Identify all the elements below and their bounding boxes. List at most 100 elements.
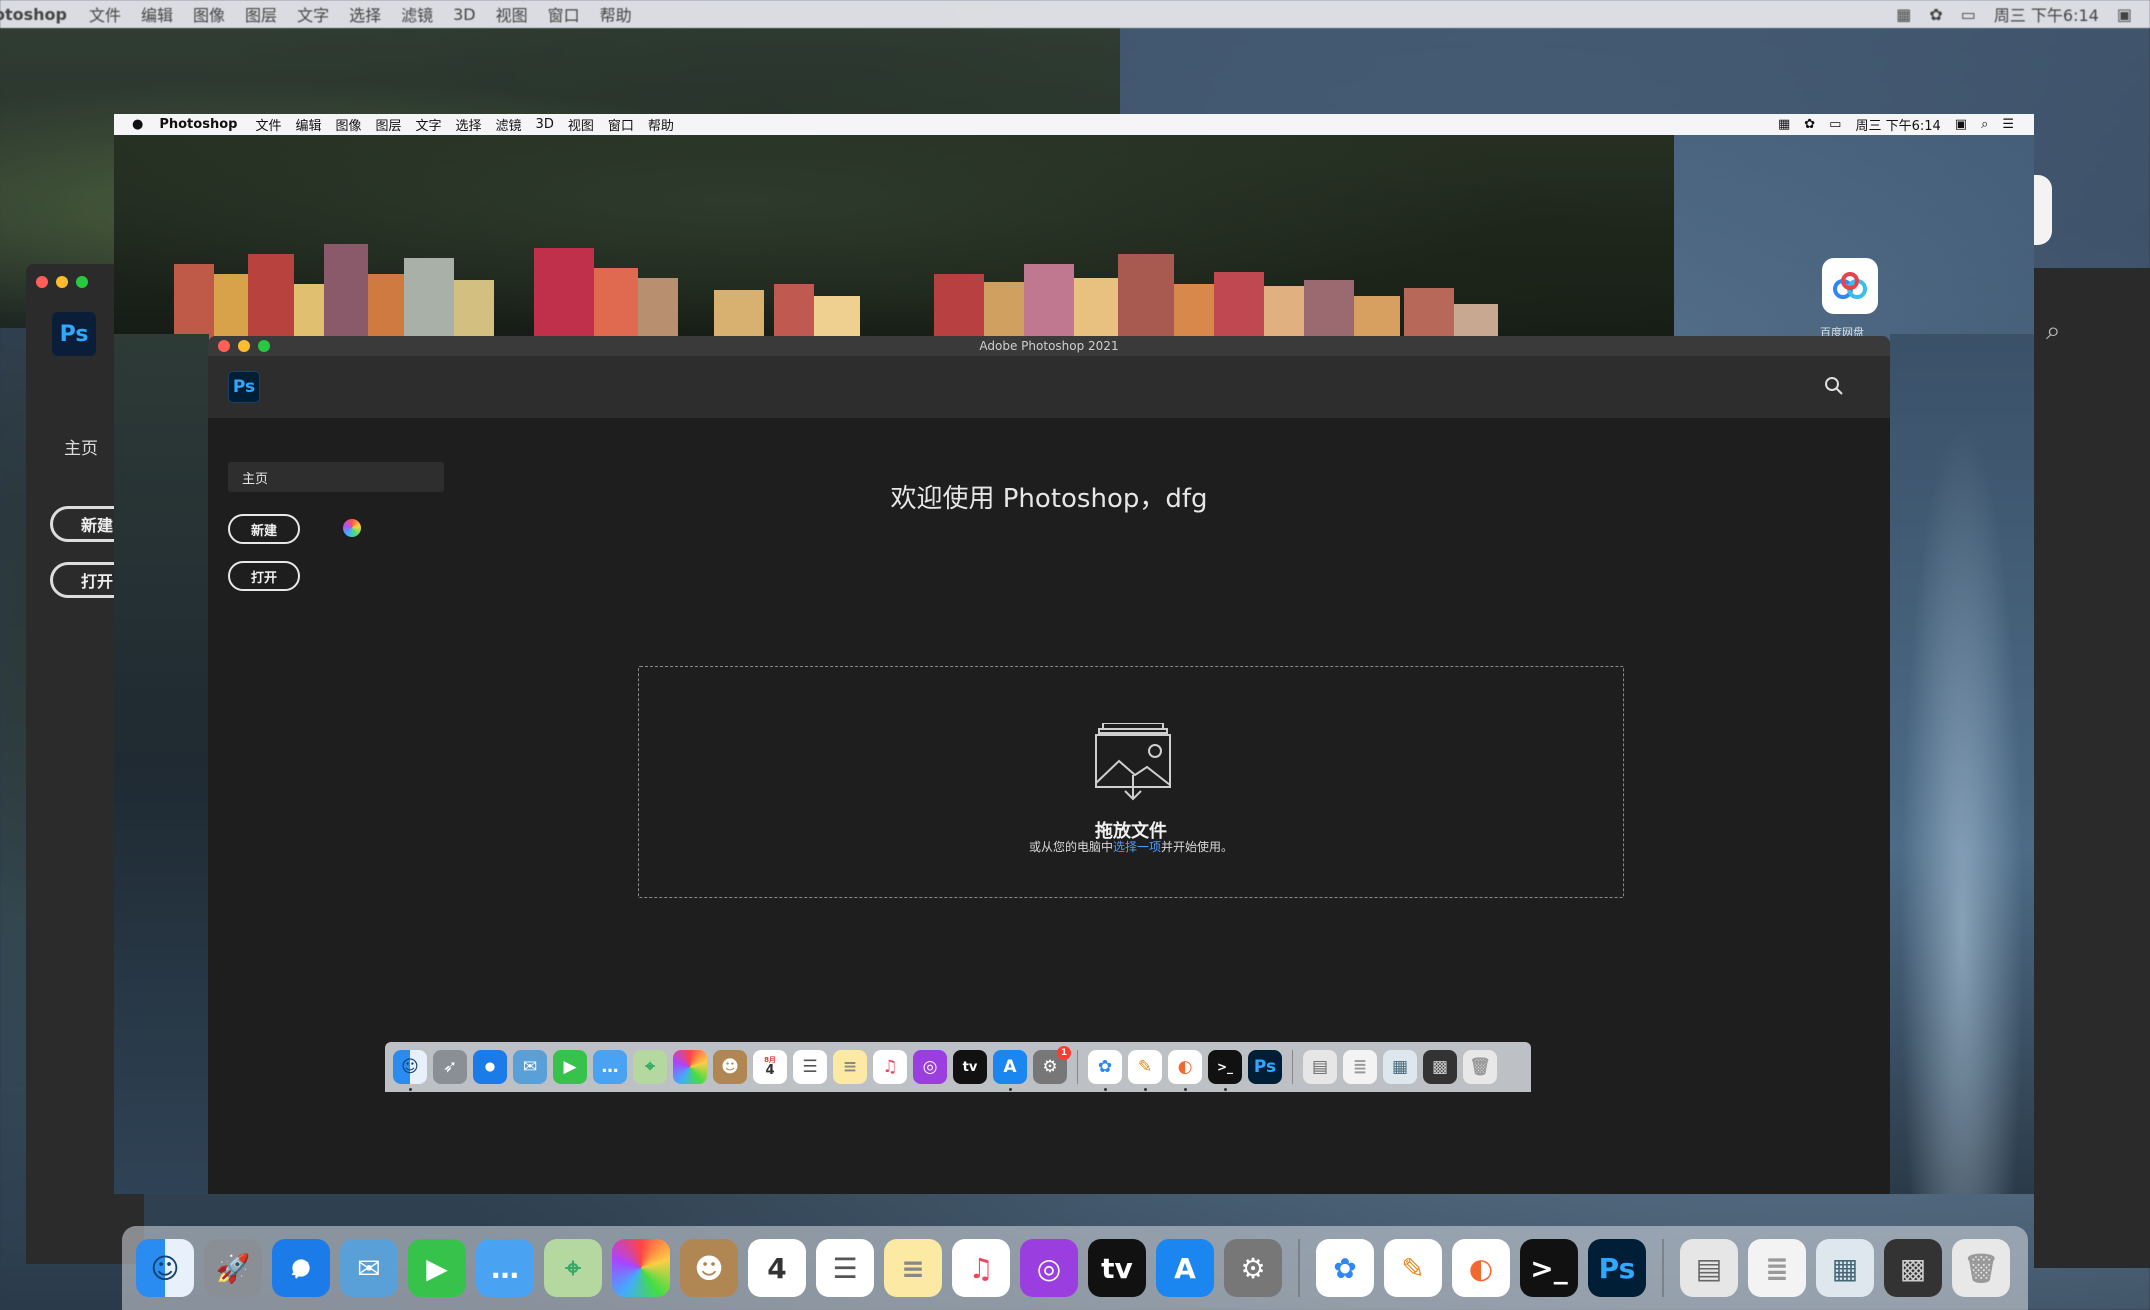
outer-tv-icon[interactable]: tv (1088, 1239, 1146, 1297)
photoshop-icon[interactable]: Ps (1248, 1050, 1282, 1084)
window-minimize-button[interactable] (238, 340, 250, 352)
notes-icon[interactable]: ≡ (833, 1050, 867, 1084)
outer-contacts-icon[interactable]: ☻ (680, 1239, 738, 1297)
facetime-icon[interactable]: ▶ (553, 1050, 587, 1084)
outer-terminal-icon[interactable]: >_ (1520, 1239, 1578, 1297)
stack-2-icon[interactable]: ▦ (1383, 1050, 1417, 1084)
outer-reminders-icon[interactable]: ☰ (816, 1239, 874, 1297)
messages-icon[interactable]: … (593, 1050, 627, 1084)
control-center-icon[interactable]: ☰ (2002, 117, 2014, 132)
outer-menu-select[interactable]: 选择 (349, 2, 381, 26)
baidu-status-icon[interactable]: ✿ (1804, 117, 1815, 132)
outer-music-icon[interactable]: ♫ (952, 1239, 1010, 1297)
outer-maps-icon[interactable]: ⌖ (544, 1239, 602, 1297)
menu-filter[interactable]: 滤镜 (496, 115, 522, 134)
menubar-clock[interactable]: 周三 下午6:14 (1855, 115, 1940, 134)
menu-file[interactable]: 文件 (255, 115, 281, 134)
outer-donut-app-icon[interactable]: ◐ (1452, 1239, 1510, 1297)
tv-icon[interactable]: tv (953, 1050, 987, 1084)
outer-baidu-netdisk-icon[interactable]: ✿ (1316, 1239, 1374, 1297)
baidu-netdisk-icon[interactable]: ✿ (1088, 1050, 1122, 1091)
outer-menubar-clock[interactable]: 周三 下午6:14 (1994, 2, 2099, 26)
outer-zoom-button[interactable] (76, 276, 88, 288)
maps-icon[interactable]: ⌖ (633, 1050, 667, 1084)
outer-document-icon[interactable]: ▤ (1680, 1239, 1738, 1297)
outer-baidu-status-icon[interactable]: ✿ (1929, 5, 1942, 24)
terminal-icon[interactable]: >_ (1208, 1050, 1242, 1091)
menu-layer[interactable]: 图层 (375, 115, 401, 134)
system-preferences-icon[interactable]: ⚙ 1 (1033, 1046, 1071, 1084)
outer-search-icon[interactable]: ⌕ (2046, 316, 2061, 347)
display-mirror-icon[interactable]: ▭ (1829, 117, 1841, 132)
app-store-icon[interactable]: A (993, 1050, 1027, 1091)
apple-menu-icon[interactable]: ● (132, 117, 143, 132)
trash-icon[interactable]: 🗑 (1463, 1050, 1497, 1084)
menu-edit[interactable]: 编辑 (295, 115, 321, 134)
outer-photoshop-icon[interactable]: Ps (1588, 1239, 1646, 1297)
outer-menu-image[interactable]: 图像 (193, 2, 225, 26)
outer-mail-icon[interactable]: ✉ (340, 1239, 398, 1297)
window-zoom-button[interactable] (258, 340, 270, 352)
calendar-icon[interactable]: 8月 4 (753, 1050, 787, 1084)
document-icon[interactable]: ▤ (1303, 1050, 1337, 1084)
outer-home-label[interactable]: 主页 (64, 434, 98, 459)
menubar-app-name[interactable]: Photoshop (159, 117, 237, 132)
spotlight-search-icon[interactable]: ⌕ (1981, 117, 1988, 132)
keyboard-icon[interactable]: ▣ (1955, 117, 1967, 132)
menu-type[interactable]: 文字 (416, 115, 442, 134)
ps-logo[interactable]: Ps (228, 371, 260, 403)
window-titlebar[interactable]: Adobe Photoshop 2021 (208, 336, 1890, 356)
outer-calendar-icon[interactable]: 4 (748, 1239, 806, 1297)
outer-stack-2-icon[interactable]: ▦ (1816, 1239, 1874, 1297)
outer-stack-3-icon[interactable]: ▩ (1884, 1239, 1942, 1297)
outer-close-button[interactable] (36, 276, 48, 288)
outer-input-method-icon[interactable]: ▦ (1896, 5, 1911, 24)
music-icon[interactable]: ♫ (873, 1050, 907, 1084)
launchpad-icon[interactable]: ➶ (433, 1050, 467, 1084)
outer-pencil-app-icon[interactable]: ✎ (1384, 1239, 1442, 1297)
safari-icon[interactable] (473, 1050, 507, 1084)
window-close-button[interactable] (218, 340, 230, 352)
outer-finder-icon[interactable]: ☺ (136, 1239, 194, 1297)
menu-image[interactable]: 图像 (335, 115, 361, 134)
outer-trash-icon[interactable]: 🗑 (1952, 1239, 2010, 1297)
open-button[interactable]: 打开 (228, 561, 300, 591)
menu-view[interactable]: 视图 (568, 115, 594, 134)
outer-facetime-icon[interactable]: ▶ (408, 1239, 466, 1297)
outer-launchpad-icon[interactable]: 🚀 (204, 1239, 262, 1297)
select-file-link[interactable]: 选择一项 (1113, 840, 1161, 854)
outer-menubar-app-name[interactable]: otoshop (0, 5, 67, 24)
outer-menu-layer[interactable]: 图层 (245, 2, 277, 26)
outer-app-store-icon[interactable]: A (1156, 1239, 1214, 1297)
reminders-icon[interactable]: ☰ (793, 1050, 827, 1084)
menu-help[interactable]: 帮助 (648, 115, 674, 134)
menu-3d[interactable]: 3D (536, 117, 554, 132)
outer-system-preferences-icon[interactable]: ⚙ (1224, 1239, 1282, 1297)
outer-podcasts-icon[interactable]: ◎ (1020, 1239, 1078, 1297)
contacts-icon[interactable]: ☻ (713, 1050, 747, 1084)
drop-zone[interactable]: 拖放文件 或从您的电脑中选择一项并开始使用。 (638, 666, 1624, 898)
new-button[interactable]: 新建 (228, 514, 300, 544)
stack-3-icon[interactable]: ▩ (1423, 1050, 1457, 1084)
outer-stack-1-icon[interactable]: ≣ (1748, 1239, 1806, 1297)
menu-window[interactable]: 窗口 (608, 115, 634, 134)
stack-1-icon[interactable]: ≣ (1343, 1050, 1377, 1084)
outer-messages-icon[interactable]: … (476, 1239, 534, 1297)
donut-app-icon[interactable]: ◐ (1168, 1050, 1202, 1091)
pencil-app-icon[interactable]: ✎ (1128, 1050, 1162, 1091)
photos-icon[interactable] (673, 1050, 707, 1084)
outer-photos-icon[interactable] (612, 1239, 670, 1297)
outer-keyboard-icon[interactable]: ▣ (2117, 5, 2132, 24)
outer-safari-icon[interactable]: ➹ (272, 1239, 330, 1297)
baidu-netdisk-desktop-icon[interactable] (1822, 258, 1878, 314)
outer-display-icon[interactable]: ▭ (1961, 5, 1976, 24)
outer-menu-window[interactable]: 窗口 (548, 2, 580, 26)
outer-menu-3d[interactable]: 3D (453, 5, 476, 24)
outer-menu-type[interactable]: 文字 (297, 2, 329, 26)
podcasts-icon[interactable]: ◎ (913, 1050, 947, 1084)
input-method-icon[interactable]: ▦ (1778, 117, 1790, 132)
outer-menu-file[interactable]: 文件 (89, 2, 121, 26)
finder-icon[interactable]: ☺ (393, 1050, 427, 1091)
outer-menu-edit[interactable]: 编辑 (141, 2, 173, 26)
mail-icon[interactable]: ✉ (513, 1050, 547, 1084)
